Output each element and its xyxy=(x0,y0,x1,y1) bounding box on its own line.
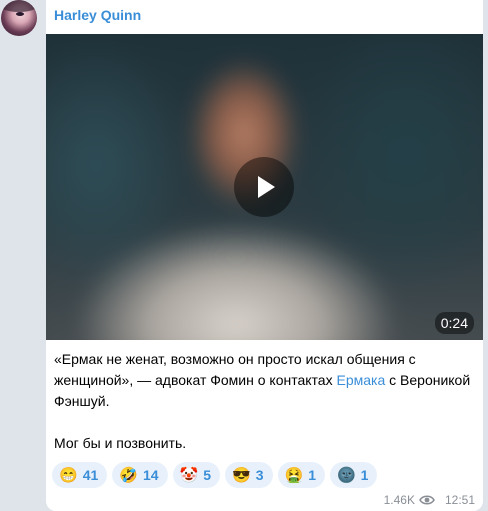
grin-icon: 😁 xyxy=(59,466,78,484)
sunglasses-icon: 😎 xyxy=(232,466,251,484)
caption-link[interactable]: Ермака xyxy=(336,372,385,388)
message-text: «Ермак не женат, возможно он просто иска… xyxy=(54,349,474,454)
reaction-count: 1 xyxy=(308,467,316,483)
reaction-clown[interactable]: 🤡 5 xyxy=(172,462,221,488)
reaction-count: 41 xyxy=(82,467,99,483)
rofl-icon: 🤣 xyxy=(119,466,138,484)
author-name[interactable]: Harley Quinn xyxy=(54,7,141,23)
video-preview[interactable]: 0:24 xyxy=(46,34,483,340)
channel-avatar[interactable] xyxy=(1,0,37,36)
message-time: 12:51 xyxy=(444,493,475,507)
vomit-icon: 🤮 xyxy=(284,466,304,484)
message-bubble: Harley Quinn 0:24 «Ермак не женат, возмо… xyxy=(46,0,483,511)
views-count: 1.46K xyxy=(383,493,415,507)
avatar-eye xyxy=(16,12,24,16)
reaction-count: 1 xyxy=(360,467,369,483)
play-icon xyxy=(258,176,275,198)
reaction-count: 14 xyxy=(142,467,159,483)
play-button[interactable] xyxy=(234,157,294,217)
reaction-count: 5 xyxy=(203,467,212,483)
reaction-grin[interactable]: 😁 41 xyxy=(52,462,108,488)
caption-paragraph-2: Мог бы и позвонить. xyxy=(54,435,187,451)
reactions-bar: 😁 41 🤣 14 🤡 5 😎 3 🤮 1 🌚 1 xyxy=(52,462,378,488)
avatar-hair xyxy=(1,0,37,12)
caption-paragraph: «Ермак не женат, возможно он просто иска… xyxy=(54,349,474,412)
new-moon-face-icon: 🌚 xyxy=(336,466,356,484)
reaction-sunglasses[interactable]: 😎 3 xyxy=(225,462,273,488)
clown-icon: 🤡 xyxy=(179,466,199,484)
reaction-count: 3 xyxy=(255,467,264,483)
eye-icon xyxy=(419,495,435,505)
video-duration: 0:24 xyxy=(434,312,474,334)
message-meta: 1.46K 12:51 xyxy=(384,493,475,507)
reaction-vomit[interactable]: 🤮 1 xyxy=(277,462,325,488)
reaction-rofl[interactable]: 🤣 14 xyxy=(112,462,168,488)
reaction-new-moon-face[interactable]: 🌚 1 xyxy=(329,462,378,488)
